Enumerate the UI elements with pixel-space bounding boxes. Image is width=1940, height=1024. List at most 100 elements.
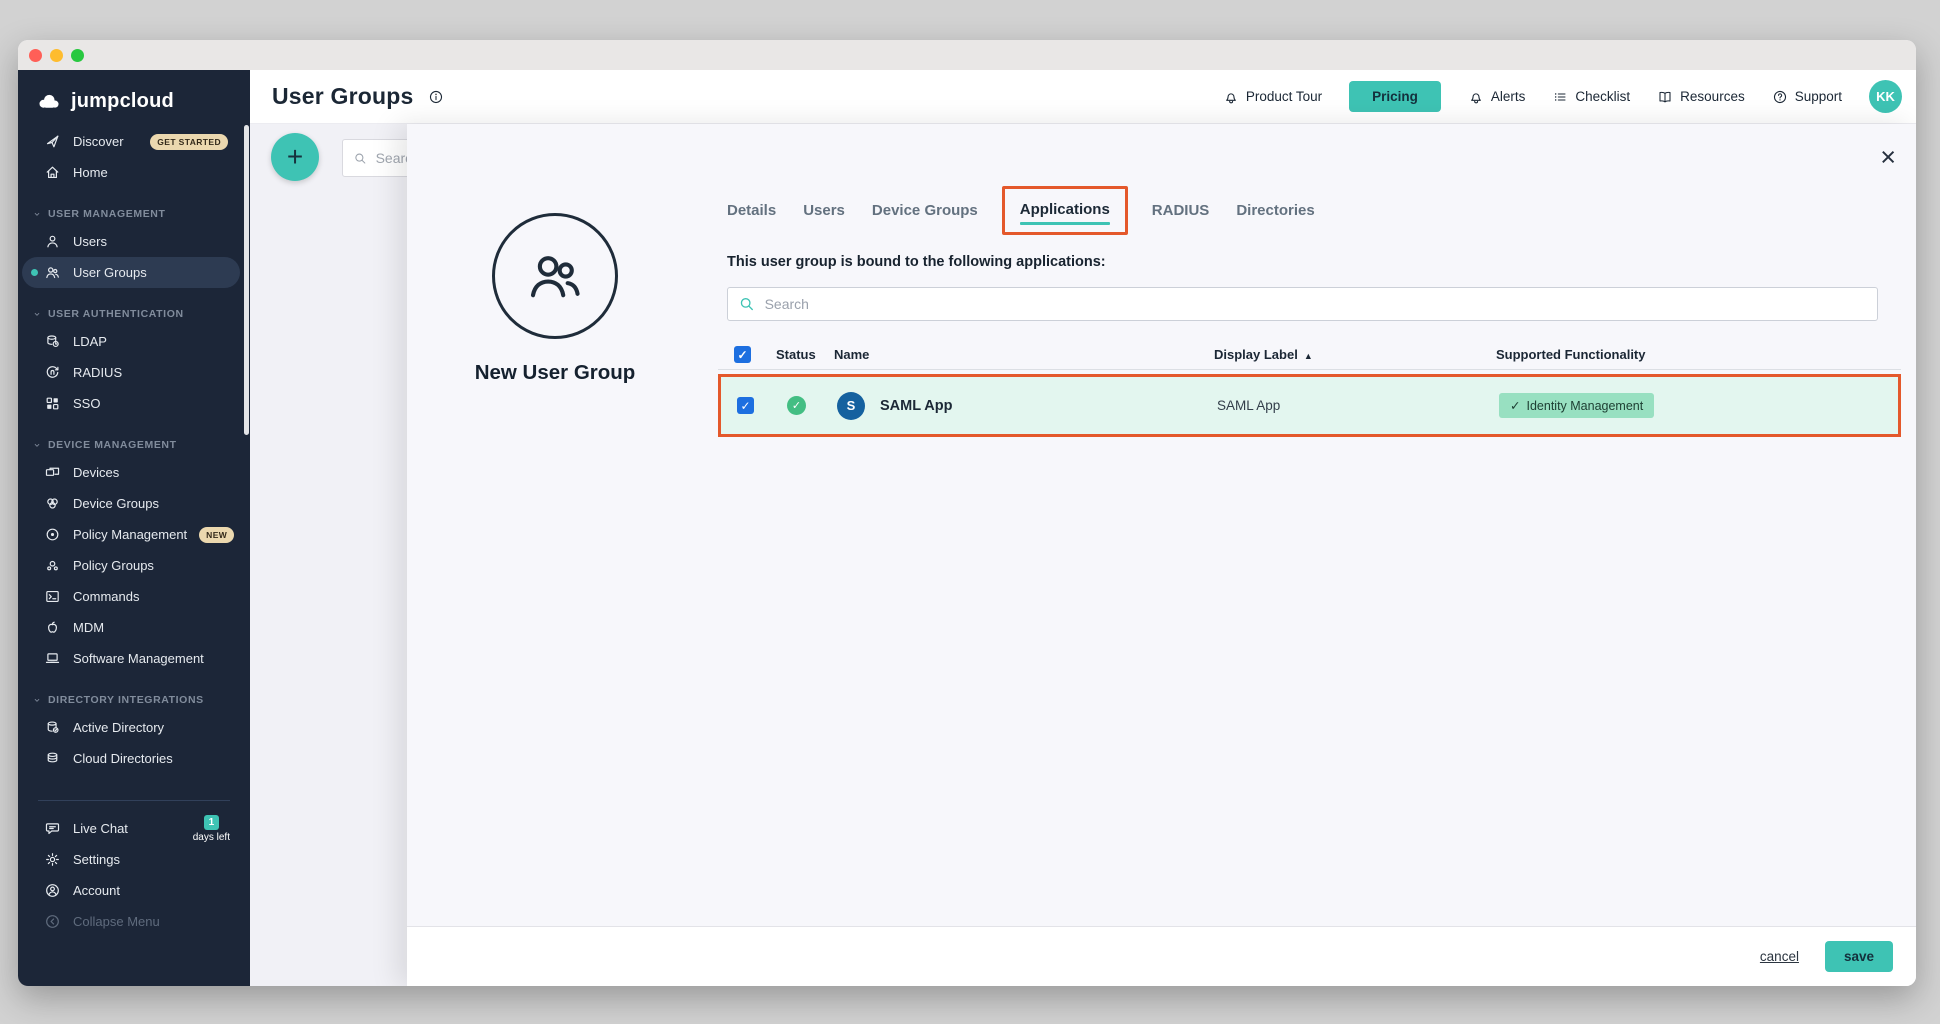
table-row-saml-app[interactable]: ✓ ✓ S SAML App SAML App ✓ bbox=[718, 374, 1901, 437]
cancel-button[interactable]: cancel bbox=[1760, 949, 1799, 964]
row-checkbox[interactable]: ✓ bbox=[737, 397, 754, 414]
sidebar: jumpcloud Discover GET STARTED Home USER… bbox=[18, 70, 250, 986]
desktop: jumpcloud Discover GET STARTED Home USER… bbox=[0, 0, 1940, 1024]
sidebar-item-account[interactable]: Account bbox=[22, 875, 240, 906]
sidebar-section-directory-integrations[interactable]: DIRECTORY INTEGRATIONS bbox=[18, 688, 250, 712]
column-status: Status bbox=[776, 347, 834, 362]
sidebar-item-home[interactable]: Home bbox=[22, 157, 240, 188]
sidebar-item-settings[interactable]: Settings bbox=[22, 844, 240, 875]
app-avatar: S bbox=[837, 392, 865, 420]
zoom-window-button[interactable] bbox=[71, 49, 84, 62]
app-name: SAML App bbox=[880, 398, 953, 414]
chevron-down-icon bbox=[32, 695, 42, 705]
bound-applications-description: This user group is bound to the followin… bbox=[727, 254, 1106, 270]
sidebar-scrollbar[interactable] bbox=[244, 125, 249, 435]
checklist-button[interactable]: Checklist bbox=[1552, 89, 1630, 105]
active-dot bbox=[31, 269, 38, 276]
tab-applications[interactable]: Applications bbox=[1020, 201, 1110, 218]
sidebar-item-user-groups[interactable]: User Groups bbox=[22, 257, 240, 288]
sidebar-section-user-authentication[interactable]: USER AUTHENTICATION bbox=[18, 302, 250, 326]
sidebar-item-discover[interactable]: Discover GET STARTED bbox=[22, 126, 240, 157]
book-icon bbox=[1657, 89, 1673, 105]
column-supported-functionality: Supported Functionality bbox=[1496, 347, 1901, 362]
support-button[interactable]: Support bbox=[1772, 89, 1842, 105]
table-header: ✓ Status Name Display Label▲ Supported F… bbox=[718, 340, 1901, 370]
search-icon bbox=[353, 150, 368, 167]
search-icon bbox=[738, 295, 756, 313]
select-all-checkbox[interactable]: ✓ bbox=[734, 346, 751, 363]
user-avatar[interactable]: KK bbox=[1869, 80, 1902, 113]
new-user-group-modal: × New User Group Details Users Device Gr… bbox=[407, 124, 1916, 986]
applications-search bbox=[727, 287, 1878, 321]
chevron-down-icon bbox=[32, 209, 42, 219]
identity-management-badge: ✓ Identity Management bbox=[1499, 393, 1654, 418]
sidebar-item-policy-management[interactable]: Policy Management NEW bbox=[22, 519, 240, 550]
tab-directories[interactable]: Directories bbox=[1236, 202, 1314, 219]
app-window: jumpcloud Discover GET STARTED Home USER… bbox=[18, 40, 1916, 986]
sidebar-divider bbox=[38, 800, 230, 801]
product-tour-icon bbox=[1223, 89, 1239, 105]
modal-footer: cancel save bbox=[407, 926, 1916, 986]
ldap-database-icon bbox=[44, 333, 61, 350]
sidebar-section-device-management[interactable]: DEVICE MANAGEMENT bbox=[18, 433, 250, 457]
resources-button[interactable]: Resources bbox=[1657, 89, 1745, 105]
collapse-menu-icon bbox=[44, 913, 61, 930]
alerts-button[interactable]: Alerts bbox=[1468, 89, 1526, 105]
sidebar-item-users[interactable]: Users bbox=[22, 226, 240, 257]
page-title: User Groups bbox=[272, 83, 414, 110]
cloud-directories-icon bbox=[44, 750, 61, 767]
product-tour-button[interactable]: Product Tour bbox=[1223, 89, 1322, 105]
bell-icon bbox=[1468, 89, 1484, 105]
new-badge: NEW bbox=[199, 527, 234, 543]
user-group-figure bbox=[492, 213, 618, 339]
sidebar-item-devices[interactable]: Devices bbox=[22, 457, 240, 488]
close-icon[interactable]: × bbox=[1880, 144, 1896, 171]
sidebar-item-device-groups[interactable]: Device Groups bbox=[22, 488, 240, 519]
sidebar-item-policy-groups[interactable]: Policy Groups bbox=[22, 550, 240, 581]
functionality-cell: ✓ Identity Management bbox=[1499, 393, 1898, 418]
sidebar-item-commands[interactable]: Commands bbox=[22, 581, 240, 612]
devices-icon bbox=[44, 464, 61, 481]
name-cell: S SAML App bbox=[837, 392, 1217, 420]
device-groups-icon bbox=[44, 495, 61, 512]
trial-days-left-badge: 1 days left bbox=[193, 815, 230, 843]
tab-device-groups[interactable]: Device Groups bbox=[872, 202, 978, 219]
chevron-down-icon bbox=[32, 440, 42, 450]
sidebar-item-cloud-directories[interactable]: Cloud Directories bbox=[22, 743, 240, 774]
pricing-button[interactable]: Pricing bbox=[1349, 81, 1441, 112]
logo-text: jumpcloud bbox=[71, 90, 174, 113]
tab-radius[interactable]: RADIUS bbox=[1152, 202, 1210, 219]
tab-details[interactable]: Details bbox=[727, 202, 776, 219]
sidebar-item-ldap[interactable]: LDAP bbox=[22, 326, 240, 357]
tab-users[interactable]: Users bbox=[803, 202, 845, 219]
sso-grid-icon bbox=[44, 395, 61, 412]
sidebar-item-active-directory[interactable]: Active Directory bbox=[22, 712, 240, 743]
sidebar-item-collapse-menu[interactable]: Collapse Menu bbox=[22, 906, 240, 937]
sidebar-item-mdm[interactable]: MDM bbox=[22, 612, 240, 643]
info-icon[interactable] bbox=[428, 89, 444, 105]
checklist-icon bbox=[1552, 89, 1568, 105]
app-header: User Groups Product Tour Pricing Alerts bbox=[250, 70, 1916, 124]
sidebar-item-sso[interactable]: SSO bbox=[22, 388, 240, 419]
user-group-icon bbox=[44, 264, 61, 281]
chevron-down-icon bbox=[32, 309, 42, 319]
minimize-window-button[interactable] bbox=[50, 49, 63, 62]
applications-table: ✓ Status Name Display Label▲ Supported F… bbox=[718, 340, 1901, 437]
sort-ascending-icon: ▲ bbox=[1304, 351, 1313, 361]
sidebar-item-radius[interactable]: RADIUS bbox=[22, 357, 240, 388]
policy-groups-icon bbox=[44, 557, 61, 574]
add-user-group-button[interactable]: + bbox=[271, 133, 319, 181]
user-icon bbox=[44, 233, 61, 250]
status-active-icon: ✓ bbox=[787, 396, 806, 415]
sidebar-item-live-chat[interactable]: Live Chat 1 days left bbox=[22, 813, 240, 844]
close-window-button[interactable] bbox=[29, 49, 42, 62]
annotation-box-applications-tab: Applications bbox=[1002, 186, 1128, 235]
header-actions: Product Tour Pricing Alerts Checklist bbox=[1223, 80, 1902, 113]
applications-search-input[interactable] bbox=[765, 296, 1867, 312]
sidebar-item-software-management[interactable]: Software Management bbox=[22, 643, 240, 674]
save-button[interactable]: save bbox=[1825, 941, 1893, 972]
sidebar-section-user-management[interactable]: USER MANAGEMENT bbox=[18, 202, 250, 226]
check-icon: ✓ bbox=[1510, 398, 1520, 413]
column-display-label[interactable]: Display Label▲ bbox=[1214, 347, 1496, 362]
jumpcloud-logo[interactable]: jumpcloud bbox=[36, 86, 250, 116]
